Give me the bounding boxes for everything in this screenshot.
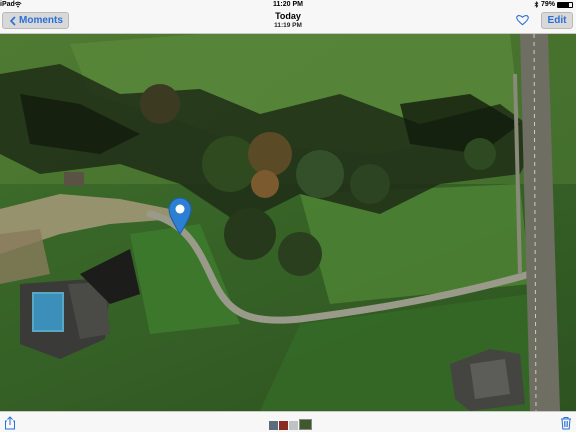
- page-title: Today: [275, 11, 301, 21]
- photo-view[interactable]: [0, 34, 576, 411]
- thumbnail[interactable]: [279, 421, 288, 430]
- battery-percent: 79%: [540, 1, 555, 8]
- edit-button[interactable]: Edit: [541, 12, 573, 29]
- battery-fill: [558, 2, 570, 7]
- page-subtitle: 11:19 PM: [274, 22, 302, 29]
- battery-icon: [557, 1, 573, 8]
- thumbnail-active[interactable]: [299, 419, 312, 430]
- thumbnail[interactable]: [269, 421, 278, 430]
- heart-icon[interactable]: [516, 14, 529, 26]
- bottom-toolbar: [0, 411, 576, 432]
- status-time: 11:20 PM: [273, 1, 303, 8]
- nav-bar: Moments Today 11:19 PM Edit: [0, 9, 576, 34]
- status-bar: iPad 11:20 PM 79%: [0, 0, 576, 9]
- trash-icon[interactable]: [560, 416, 572, 430]
- share-icon[interactable]: [4, 416, 16, 430]
- satellite-image: [0, 34, 576, 411]
- status-right: 79%: [534, 0, 573, 9]
- thumbnail-strip: [269, 419, 312, 430]
- thumbnail[interactable]: [289, 421, 298, 430]
- bluetooth-icon: [534, 1, 539, 8]
